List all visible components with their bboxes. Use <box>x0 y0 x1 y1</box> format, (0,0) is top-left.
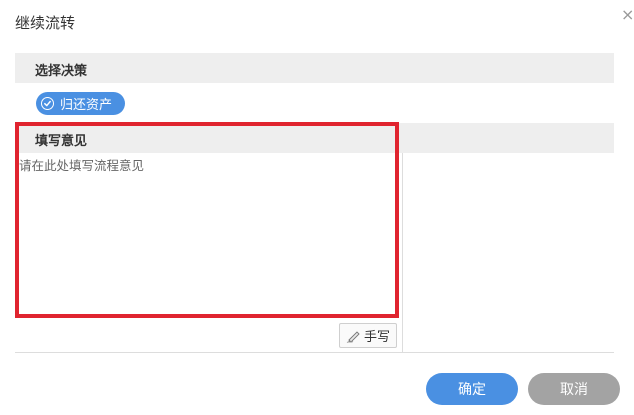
cancel-button[interactable]: 取消 <box>528 373 620 405</box>
bottom-divider <box>15 352 614 353</box>
check-circle-icon <box>41 97 54 110</box>
opinion-textarea[interactable] <box>15 153 400 318</box>
dialog-title: 继续流转 <box>15 14 76 32</box>
confirm-button[interactable]: 确定 <box>426 373 518 405</box>
pen-icon <box>346 329 362 343</box>
vertical-divider <box>402 153 403 352</box>
opinion-section-header: 填写意见 <box>15 123 614 153</box>
decision-option-return-asset[interactable]: 归还资产 <box>36 92 125 115</box>
close-icon[interactable]: × <box>621 7 634 23</box>
decision-option-label: 归还资产 <box>60 98 113 113</box>
handwrite-button[interactable]: 手写 <box>339 323 397 348</box>
decision-section-label: 选择决策 <box>35 64 88 79</box>
handwrite-button-label: 手写 <box>363 330 390 345</box>
opinion-section-label: 填写意见 <box>35 134 88 149</box>
decision-section-header: 选择决策 <box>15 53 614 83</box>
